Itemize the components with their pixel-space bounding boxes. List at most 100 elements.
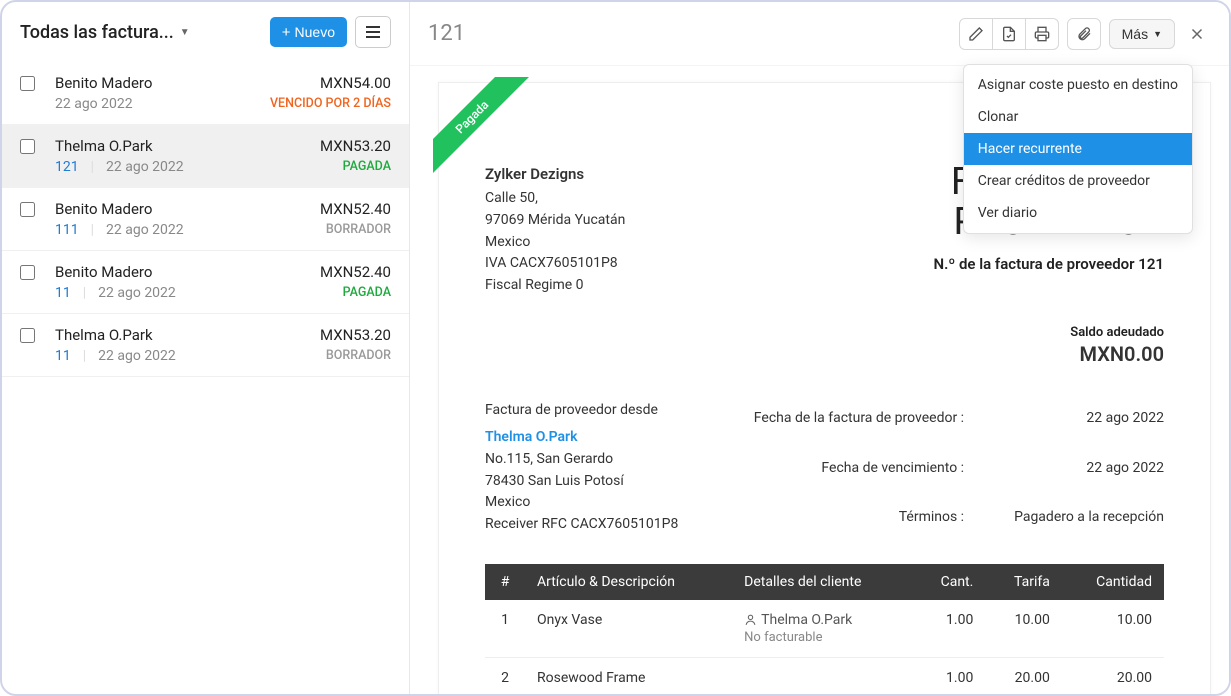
more-button-label: Más [1122, 26, 1148, 42]
bill-from-header: Factura de proveedor desde [485, 400, 724, 422]
meta-value: Pagadero a la recepción [1014, 509, 1164, 525]
row-body: Thelma O.Park 121|22 ago 2022 MXN53.20 P… [55, 137, 391, 175]
dropdown-item[interactable]: Hacer recurrente [964, 133, 1192, 165]
dropdown-item[interactable]: Ver diario [964, 197, 1192, 229]
dropdown-item[interactable]: Asignar coste puesto en destino [964, 69, 1192, 101]
row-checkbox-wrapper [20, 202, 35, 238]
items-table: #Artículo & DescripciónDetalles del clie… [485, 564, 1164, 694]
item-rate: 10.00 [985, 600, 1062, 658]
company-address-line: 97069 Mérida Yucatán [485, 210, 625, 232]
printer-icon [1034, 26, 1050, 42]
new-invoice-button[interactable]: + Nuevo [270, 17, 347, 47]
list-menu-button[interactable] [355, 16, 391, 48]
pdf-button[interactable] [992, 18, 1026, 50]
meta-key: Fecha de la factura de proveedor : [754, 410, 964, 426]
more-dropdown: Asignar coste puesto en destinoClonarHac… [963, 64, 1193, 234]
row-checkbox[interactable] [20, 202, 35, 217]
item-qty: 1.00 [913, 600, 986, 658]
table-header-cell: Artículo & Descripción [525, 564, 732, 600]
bill-from-block: Factura de proveedor desde Thelma O.Park… [485, 400, 724, 536]
row-checkbox-wrapper [20, 76, 35, 112]
list-row[interactable]: Thelma O.Park 121|22 ago 2022 MXN53.20 P… [2, 125, 409, 188]
row-amount: MXN52.40 [320, 263, 391, 281]
row-status: PAGADA [320, 285, 391, 300]
row-amount: MXN52.40 [320, 200, 391, 218]
detail-header: 121 Más ▼ [410, 2, 1229, 66]
row-vendor-name: Benito Madero [55, 74, 152, 92]
balance-block: Saldo adeudado MXN0.00 [485, 325, 1164, 366]
item-name: Onyx Vase [525, 600, 732, 658]
vendor-address-line: Receiver RFC CACX7605101P8 [485, 514, 724, 536]
row-checkbox[interactable] [20, 265, 35, 280]
row-checkbox[interactable] [20, 139, 35, 154]
no-billable-label: No facturable [744, 630, 901, 645]
invoice-detail-panel: 121 Más ▼ [410, 2, 1229, 694]
row-checkbox[interactable] [20, 328, 35, 343]
vendor-link[interactable]: Thelma O.Park [485, 429, 577, 445]
ribbon-label: Pagada [433, 77, 534, 179]
close-button[interactable] [1183, 20, 1211, 48]
caret-down-icon: ▼ [180, 27, 190, 38]
row-number: 111 [55, 222, 79, 238]
row-amount: MXN53.20 [320, 326, 391, 344]
print-button[interactable] [1025, 18, 1059, 50]
row-checkbox-wrapper [20, 328, 35, 364]
balance-amount: MXN0.00 [485, 342, 1164, 366]
list-header-actions: + Nuevo [270, 16, 391, 48]
row-number: 11 [55, 348, 71, 364]
row-date: 22 ago 2022 [55, 96, 133, 112]
list-title-dropdown[interactable]: Todas las factura... ▼ [20, 22, 190, 43]
table-row: 1 Onyx Vase Thelma O.ParkNo facturable 1… [485, 600, 1164, 658]
row-status: VENCIDO POR 2 DÍAS [270, 96, 391, 111]
plus-icon: + [282, 25, 291, 40]
list-row[interactable]: Benito Madero 11|22 ago 2022 MXN52.40 PA… [2, 251, 409, 314]
row-date: 22 ago 2022 [98, 348, 176, 364]
action-icon-group [959, 18, 1059, 50]
row-vendor-name: Benito Madero [55, 263, 176, 281]
item-rate: 20.00 [985, 657, 1062, 694]
person-icon [744, 613, 757, 626]
list-row[interactable]: Benito Madero 22 ago 2022 MXN54.00 VENCI… [2, 62, 409, 125]
pdf-icon [1001, 26, 1017, 42]
row-vendor-name: Thelma O.Park [55, 326, 176, 344]
table-header-cell: Detalles del cliente [732, 564, 913, 600]
list-row[interactable]: Benito Madero 111|22 ago 2022 MXN52.40 B… [2, 188, 409, 251]
document-number: N.º de la factura de proveedor 121 [933, 255, 1164, 273]
row-date: 22 ago 2022 [98, 285, 176, 301]
row-body: Thelma O.Park 11|22 ago 2022 MXN53.20 BO… [55, 326, 391, 364]
dropdown-item[interactable]: Crear créditos de proveedor [964, 165, 1192, 197]
list-title-text: Todas las factura... [20, 22, 174, 43]
table-header-cell: Cantidad [1062, 564, 1164, 600]
list-header: Todas las factura... ▼ + Nuevo [2, 2, 409, 62]
paperclip-icon [1076, 26, 1092, 42]
meta-key: Términos : [754, 509, 964, 525]
company-address-line: Calle 50, [485, 188, 625, 210]
item-client [732, 657, 913, 694]
table-header-cell: Tarifa [985, 564, 1062, 600]
invoice-list-panel: Todas las factura... ▼ + Nuevo Benito Ma… [2, 2, 410, 694]
table-header-cell: # [485, 564, 525, 600]
more-button[interactable]: Más ▼ [1109, 19, 1175, 49]
meta-key: Fecha de vencimiento : [754, 460, 964, 476]
row-checkbox[interactable] [20, 76, 35, 91]
row-status: BORRADOR [320, 348, 391, 363]
company-address-line: Mexico [485, 232, 625, 254]
attachment-button[interactable] [1067, 18, 1101, 50]
row-amount: MXN54.00 [270, 74, 391, 92]
dropdown-item[interactable]: Clonar [964, 101, 1192, 133]
row-status: BORRADOR [320, 222, 391, 237]
row-number: 121 [55, 159, 79, 175]
row-body: Benito Madero 111|22 ago 2022 MXN52.40 B… [55, 200, 391, 238]
item-index: 2 [485, 657, 525, 694]
item-qty: 1.00 [913, 657, 986, 694]
item-index: 1 [485, 600, 525, 658]
status-ribbon: Pagada [433, 77, 543, 187]
item-amount: 10.00 [1062, 600, 1164, 658]
invoice-list: Benito Madero 22 ago 2022 MXN54.00 VENCI… [2, 62, 409, 694]
list-row[interactable]: Thelma O.Park 11|22 ago 2022 MXN53.20 BO… [2, 314, 409, 377]
table-row: 2 Rosewood Frame 1.00 20.00 20.00 [485, 657, 1164, 694]
edit-button[interactable] [959, 18, 993, 50]
row-vendor-name: Thelma O.Park [55, 137, 184, 155]
company-address-line: Fiscal Regime 0 [485, 275, 625, 297]
detail-actions: Más ▼ [959, 18, 1211, 50]
